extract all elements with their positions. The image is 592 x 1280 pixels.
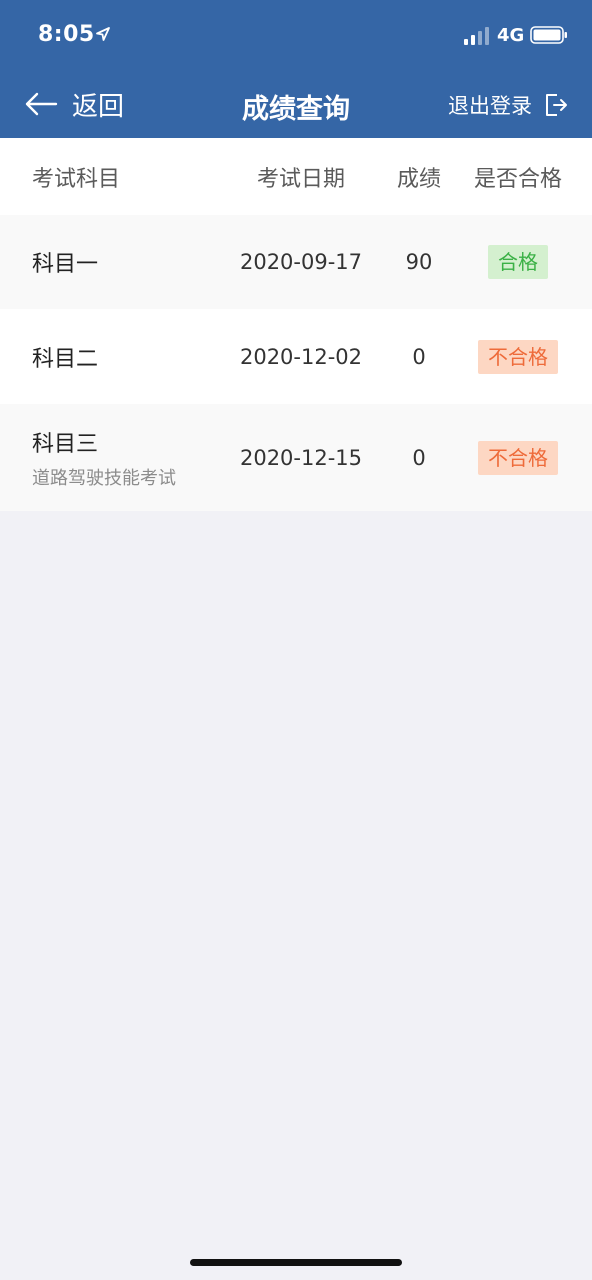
score-cell: 0 — [384, 309, 454, 404]
header-subject-cell: 考试科目 — [32, 138, 222, 215]
date-cell: 2020-12-02 — [220, 309, 382, 404]
status-badge: 不合格 — [478, 339, 558, 374]
score-cell: 90 — [384, 215, 454, 309]
status-cell: 不合格 — [462, 309, 574, 404]
subject-name: 科目三 — [32, 431, 99, 457]
status-time: 8:05 — [38, 22, 95, 47]
location-arrow-icon — [96, 27, 110, 41]
header-passed: 是否合格 — [473, 166, 562, 192]
table-row[interactable]: 科目一 2020-09-17 90 合格 — [0, 215, 592, 309]
table-row[interactable]: 科目三 道路驾驶技能考试 2020-12-15 0 不合格 — [0, 404, 592, 511]
cellular-signal-icon — [464, 27, 489, 45]
header-subject: 考试科目 — [32, 166, 121, 192]
exam-date: 2020-12-02 — [239, 344, 363, 369]
exam-score: 0 — [412, 344, 426, 369]
exam-score: 0 — [412, 445, 426, 470]
home-indicator — [190, 1259, 402, 1266]
header-passed-cell: 是否合格 — [462, 138, 574, 215]
app-header: 8:05 4G 返回 成绩查询 退出登录 — [0, 0, 592, 138]
logout-button[interactable]: 退出登录 — [448, 87, 568, 123]
network-type: 4G — [497, 25, 525, 46]
date-cell: 2020-12-15 — [220, 404, 382, 511]
nav-bar: 返回 成绩查询 退出登录 — [0, 70, 592, 138]
status-badge: 合格 — [488, 245, 548, 279]
subject-name: 科目二 — [32, 346, 99, 372]
header-date: 考试日期 — [256, 166, 345, 192]
date-cell: 2020-09-17 — [220, 215, 382, 309]
exam-date: 2020-09-17 — [239, 250, 363, 274]
subject-cell: 科目一 — [32, 215, 222, 309]
subject-cell: 科目三 道路驾驶技能考试 — [32, 404, 222, 511]
status-cell: 不合格 — [462, 404, 574, 511]
status-bar: 8:05 4G — [0, 0, 592, 70]
header-score: 成绩 — [396, 166, 441, 192]
exam-score: 90 — [405, 250, 433, 274]
table-header: 考试科目 考试日期 成绩 是否合格 — [0, 138, 592, 215]
exam-date: 2020-12-15 — [239, 445, 363, 470]
header-score-cell: 成绩 — [384, 138, 454, 215]
score-cell: 0 — [384, 404, 454, 511]
logout-icon — [546, 94, 567, 116]
table-row[interactable]: 科目二 2020-12-02 0 不合格 — [0, 309, 592, 404]
logout-label: 退出登录 — [448, 94, 532, 118]
subject-cell: 科目二 — [32, 309, 222, 404]
subject-subtitle: 道路驾驶技能考试 — [32, 467, 176, 489]
status-badge: 不合格 — [478, 440, 558, 475]
subject-name: 科目一 — [32, 252, 99, 277]
battery-icon — [530, 26, 567, 44]
status-cell: 合格 — [462, 215, 574, 309]
scores-table: 考试科目 考试日期 成绩 是否合格 科目一 2020-09-17 90 合格 科… — [0, 138, 592, 511]
header-date-cell: 考试日期 — [220, 138, 382, 215]
